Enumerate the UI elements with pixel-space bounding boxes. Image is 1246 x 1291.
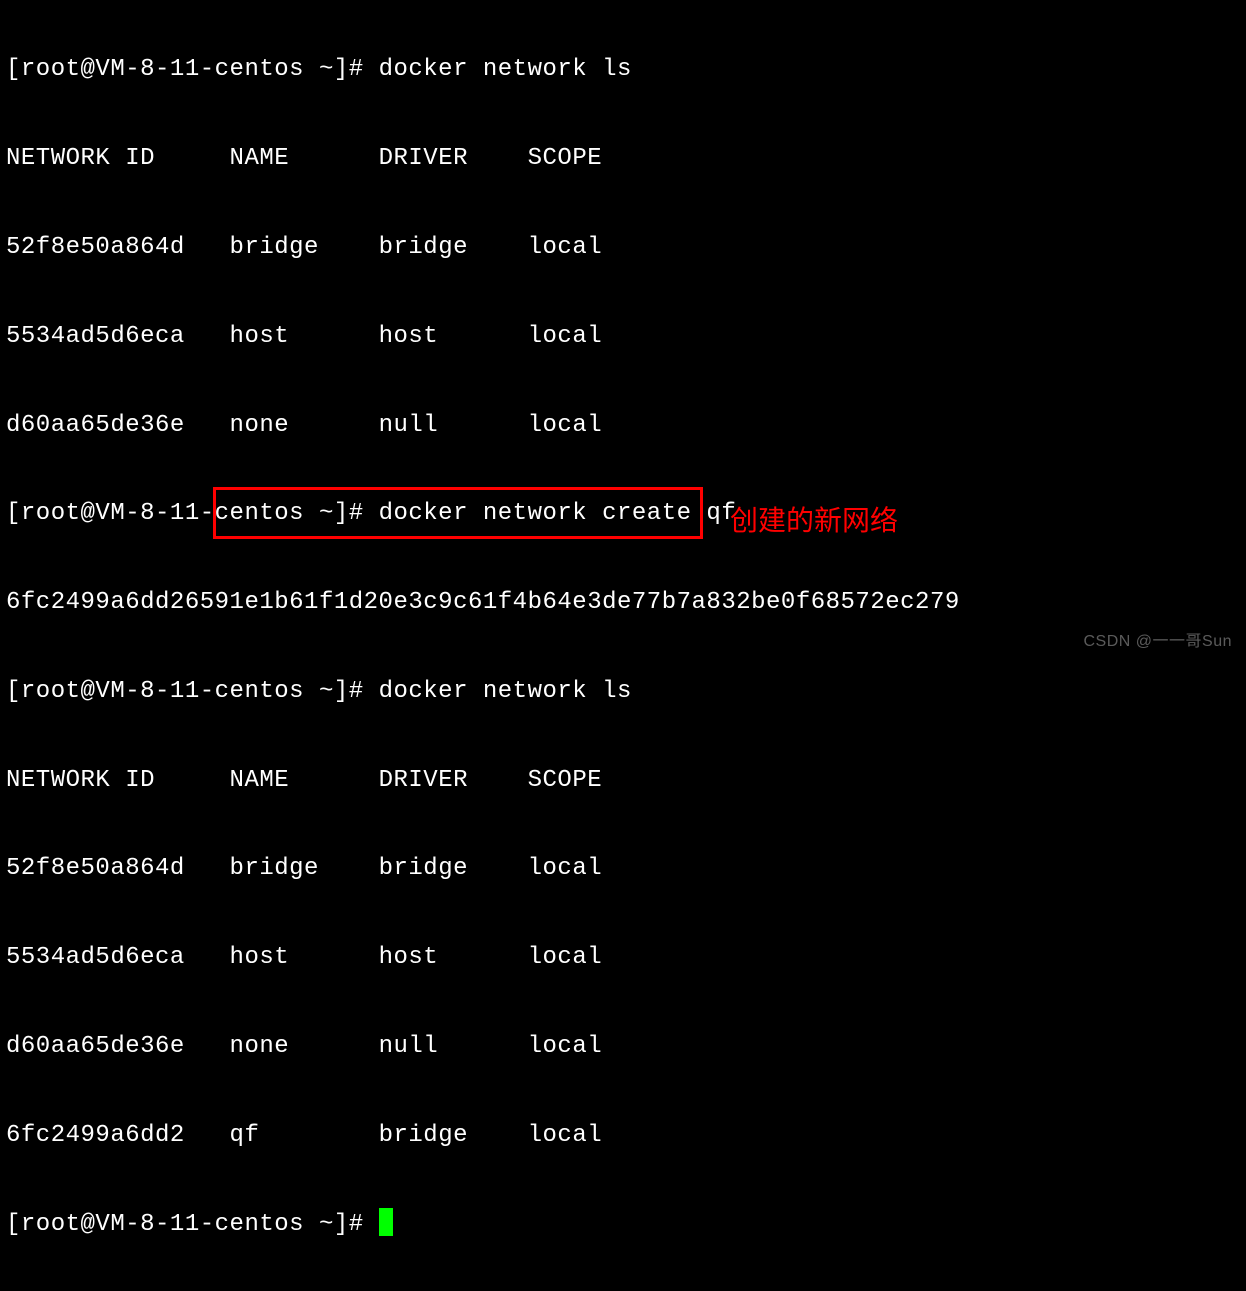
prompt-line-1: [root@VM-8-11-centos ~]# docker network … bbox=[6, 48, 1240, 92]
table-row: d60aa65de36e none null local bbox=[6, 404, 1240, 448]
shell-prompt: [root@VM-8-11-centos ~]# bbox=[6, 678, 379, 705]
terminal-cursor bbox=[379, 1208, 393, 1236]
command-text: docker network create qf bbox=[379, 500, 737, 527]
shell-prompt: [root@VM-8-11-centos ~]# bbox=[6, 1211, 379, 1238]
table-row: d60aa65de36e none null local bbox=[6, 1025, 1240, 1069]
table-row: 5534ad5d6eca host host local bbox=[6, 936, 1240, 980]
command-output: 6fc2499a6dd26591e1b61f1d20e3c9c61f4b64e3… bbox=[6, 581, 1240, 625]
table-row: 52f8e50a864d bridge bridge local bbox=[6, 226, 1240, 270]
prompt-line-3: [root@VM-8-11-centos ~]# docker network … bbox=[6, 670, 1240, 714]
command-text: docker network ls bbox=[379, 56, 632, 83]
table-header: NETWORK ID NAME DRIVER SCOPE bbox=[6, 759, 1240, 803]
watermark-text: CSDN @一一哥Sun bbox=[1084, 627, 1233, 657]
prompt-line-2: [root@VM-8-11-centos ~]# docker network … bbox=[6, 492, 1240, 536]
prompt-line-active: [root@VM-8-11-centos ~]# bbox=[6, 1203, 1240, 1247]
command-text: docker network ls bbox=[379, 678, 632, 705]
table-row: 5534ad5d6eca host host local bbox=[6, 315, 1240, 359]
annotation-label: 创建的新网络 bbox=[730, 495, 898, 547]
terminal-output[interactable]: [root@VM-8-11-centos ~]# docker network … bbox=[6, 4, 1240, 1291]
shell-prompt: [root@VM-8-11-centos ~]# bbox=[6, 56, 379, 83]
table-header: NETWORK ID NAME DRIVER SCOPE bbox=[6, 137, 1240, 181]
table-row: 52f8e50a864d bridge bridge local bbox=[6, 847, 1240, 891]
table-row-new: 6fc2499a6dd2 qf bridge local bbox=[6, 1114, 1240, 1158]
shell-prompt: [root@VM-8-11-centos ~]# bbox=[6, 500, 379, 527]
